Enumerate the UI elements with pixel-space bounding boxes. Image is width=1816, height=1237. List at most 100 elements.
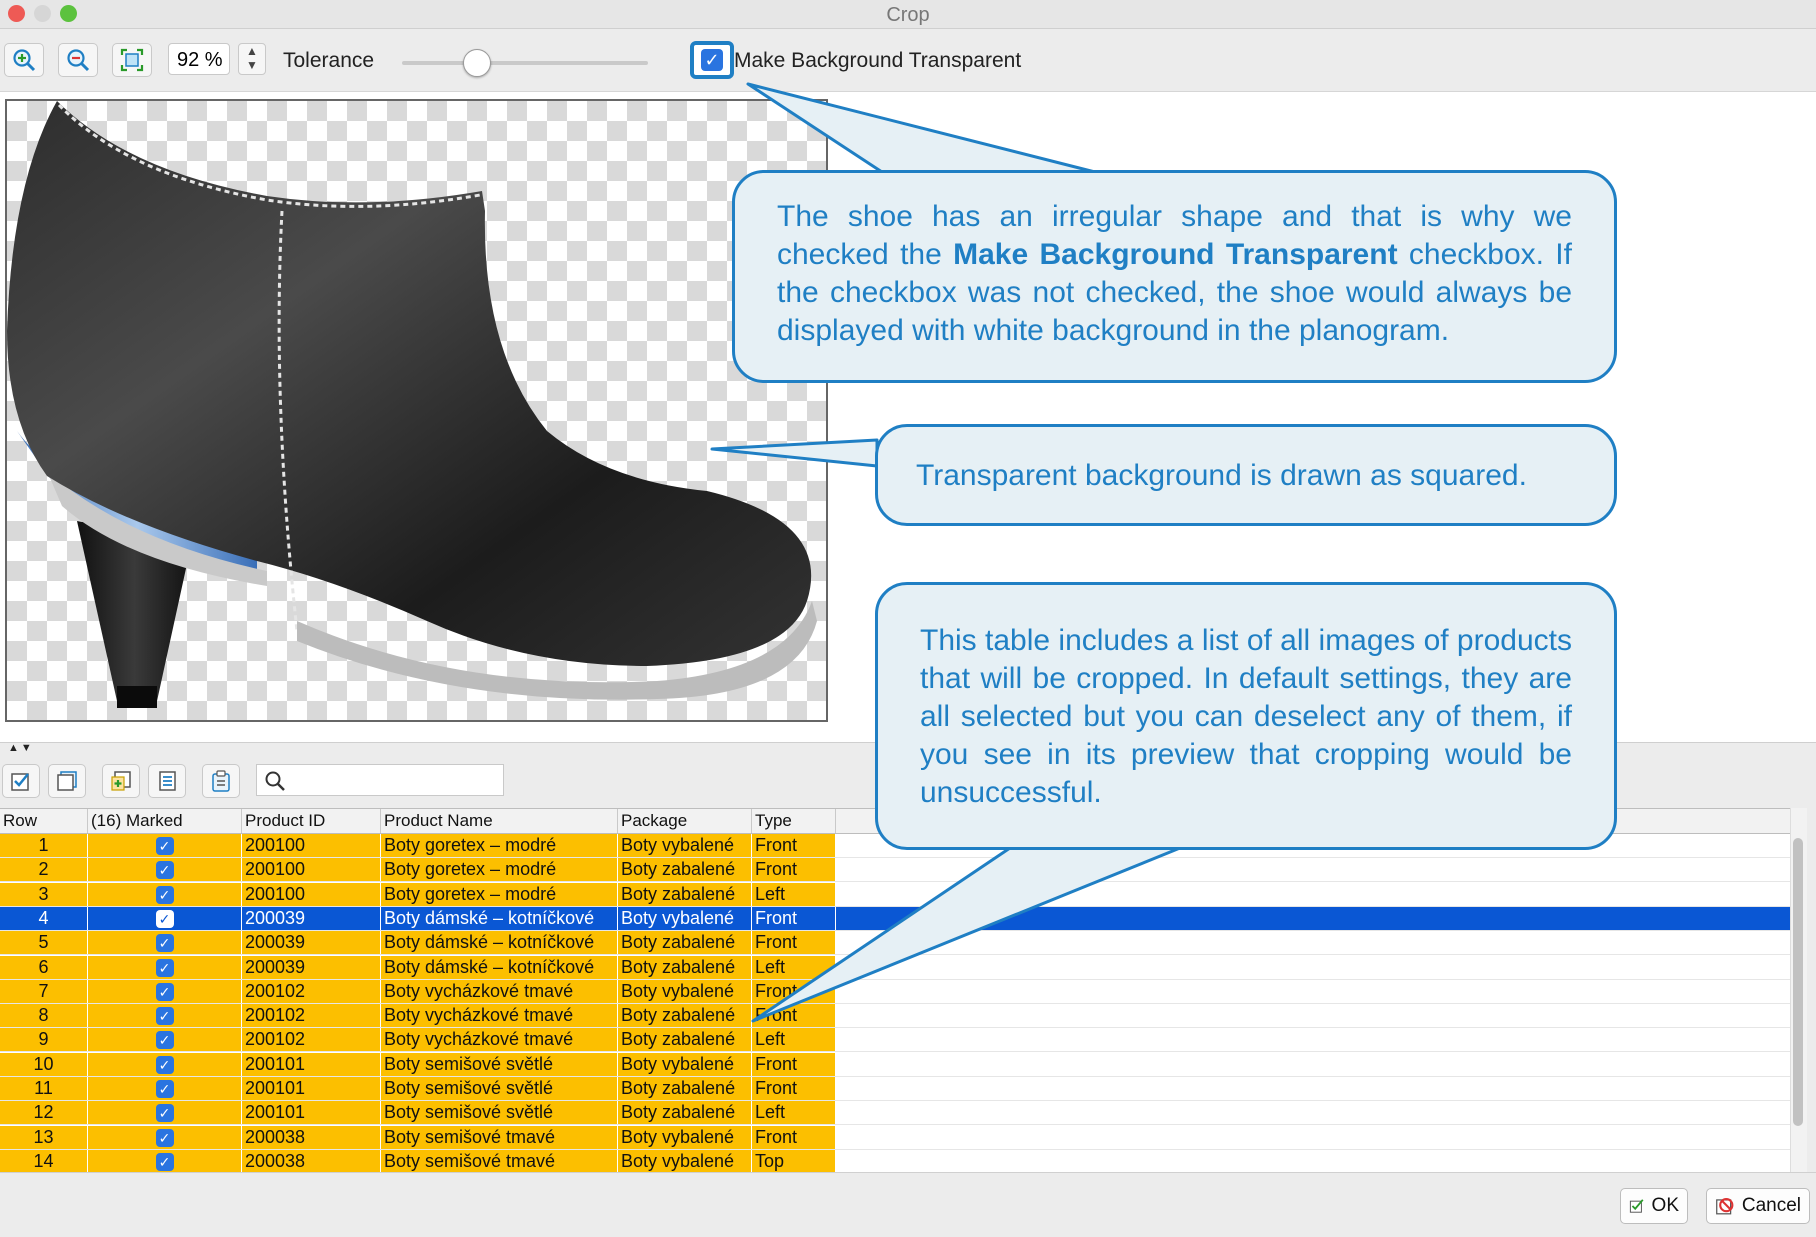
marked-checkbox[interactable]: ✓ xyxy=(155,1007,174,1026)
marked-checkbox[interactable]: ✓ xyxy=(155,909,174,928)
package-cell: Boty vybalené xyxy=(618,834,752,857)
table-row[interactable]: 7 ✓ 200102 Boty vycházkové tmavé Boty vybale… xyxy=(0,979,1790,1004)
table-row[interactable]: 10 ✓ 200101 Boty semišové světlé Boty vybale… xyxy=(0,1052,1790,1077)
type-cell: Left xyxy=(752,1028,836,1052)
table-row[interactable]: 12 ✓ 200101 Boty semišové světlé Boty zabale… xyxy=(0,1101,1790,1126)
product-name-cell: Boty dámské – kotníčkové xyxy=(381,931,618,955)
zoom-in-button[interactable] xyxy=(4,43,44,77)
marked-cell[interactable]: ✓ xyxy=(88,955,242,979)
ok-button[interactable]: OK xyxy=(1620,1188,1688,1224)
row-number-cell: 9 xyxy=(0,1028,88,1052)
package-cell: Boty zabalené xyxy=(618,858,752,882)
type-cell: Front xyxy=(752,834,836,857)
marked-cell[interactable]: ✓ xyxy=(88,1077,242,1100)
marked-checkbox[interactable]: ✓ xyxy=(155,982,174,1001)
marked-checkbox[interactable]: ✓ xyxy=(155,1128,174,1147)
marked-cell[interactable]: ✓ xyxy=(88,858,242,882)
table-row[interactable]: 5 ✓ 200039 Boty dámské – kotníčkové Boty zab… xyxy=(0,931,1790,956)
marked-checkbox[interactable]: ✓ xyxy=(155,885,174,904)
marked-checkbox[interactable]: ✓ xyxy=(155,1104,174,1123)
callout-table-description: This table includes a list of all images… xyxy=(875,582,1617,850)
cancel-button[interactable]: Cancel xyxy=(1706,1188,1810,1224)
table-row[interactable]: 4 ✓ 200039 Boty dámské – kotníčkové Boty vyb… xyxy=(0,906,1790,931)
marked-cell[interactable]: ✓ xyxy=(88,906,242,930)
marked-checkbox[interactable]: ✓ xyxy=(155,934,174,953)
table-row[interactable]: 9 ✓ 200102 Boty vycházkové tmavé Boty zabale… xyxy=(0,1028,1790,1053)
add-button[interactable] xyxy=(102,764,140,798)
paste-icon xyxy=(212,770,230,792)
image-preview-canvas[interactable] xyxy=(5,99,828,722)
package-cell: Boty zabalené xyxy=(618,1004,752,1028)
table-row[interactable]: 2 ✓ 200100 Boty goretex – modré Boty zabalen… xyxy=(0,858,1790,883)
marked-checkbox[interactable]: ✓ xyxy=(155,861,174,880)
zoom-field[interactable]: 92 % xyxy=(168,43,230,75)
table-row[interactable]: 3 ✓ 200100 Boty goretex – modré Boty zabalen… xyxy=(0,882,1790,907)
callout-2-text: Transparent background is drawn as squar… xyxy=(916,459,1527,492)
marked-cell[interactable]: ✓ xyxy=(88,1149,242,1173)
marked-cell[interactable]: ✓ xyxy=(88,834,242,857)
type-cell: Front xyxy=(752,906,836,930)
package-cell: Boty zabalené xyxy=(618,931,752,955)
table-scrollbar-thumb[interactable] xyxy=(1793,838,1803,1126)
make-background-transparent-label[interactable]: Make Background Transparent xyxy=(734,49,1021,73)
column-header-type[interactable]: Type xyxy=(752,809,836,833)
marked-cell[interactable]: ✓ xyxy=(88,979,242,1003)
marked-checkbox[interactable]: ✓ xyxy=(155,837,174,855)
table-row[interactable]: 11 ✓ 200101 Boty semišové světlé Boty zabale… xyxy=(0,1077,1790,1101)
zoom-out-button[interactable] xyxy=(58,43,98,77)
marked-cell[interactable]: ✓ xyxy=(88,1052,242,1076)
column-header-product-id[interactable]: Product ID xyxy=(242,809,381,833)
table-row[interactable]: 8 ✓ 200102 Boty vycházkové tmavé Boty zabale… xyxy=(0,1004,1790,1029)
title-bar: Crop xyxy=(0,0,1816,29)
tolerance-slider-thumb[interactable] xyxy=(462,49,491,77)
column-header-marked[interactable]: (16) Marked xyxy=(88,809,242,833)
package-cell: Boty zabalené xyxy=(618,1077,752,1100)
marked-cell[interactable]: ✓ xyxy=(88,1125,242,1149)
marked-checkbox[interactable]: ✓ xyxy=(155,1031,174,1050)
product-name-cell: Boty vycházkové tmavé xyxy=(381,979,618,1003)
marked-cell[interactable]: ✓ xyxy=(88,1101,242,1125)
marked-checkbox[interactable]: ✓ xyxy=(155,1055,174,1074)
marked-cell[interactable]: ✓ xyxy=(88,931,242,955)
table-row[interactable]: 13 ✓ 200038 Boty semišové tmavé Boty vybalen… xyxy=(0,1125,1790,1150)
search-input[interactable] xyxy=(256,764,504,796)
shoe-image xyxy=(7,101,817,708)
product-id-cell: 200039 xyxy=(242,931,381,955)
paste-button[interactable] xyxy=(202,764,240,798)
mark-all-button[interactable] xyxy=(2,764,40,798)
product-name-cell: Boty goretex – modré xyxy=(381,882,618,906)
splitter-arrows-icon[interactable]: ▲▼ xyxy=(8,742,34,754)
marked-checkbox[interactable]: ✓ xyxy=(155,1080,174,1098)
callout-3-text: This table includes a list of all images… xyxy=(920,624,1572,809)
table-row[interactable]: 14 ✓ 200038 Boty semišové tmavé Boty vybalen… xyxy=(0,1149,1790,1174)
marked-cell[interactable]: ✓ xyxy=(88,882,242,906)
marked-checkbox[interactable]: ✓ xyxy=(155,958,174,977)
tolerance-slider-track[interactable] xyxy=(402,61,648,65)
type-cell: Left xyxy=(752,1101,836,1125)
type-cell: Left xyxy=(752,955,836,979)
table-row[interactable]: 6 ✓ 200039 Boty dámské – kotníčkové Boty zab… xyxy=(0,955,1790,980)
search-icon xyxy=(265,771,285,791)
type-cell: Front xyxy=(752,1077,836,1100)
row-number-cell: 12 xyxy=(0,1101,88,1125)
list-button[interactable] xyxy=(148,764,186,798)
marked-checkbox[interactable]: ✓ xyxy=(155,1152,174,1171)
callout-1-text-bold: Make Background Transparent xyxy=(953,238,1398,271)
package-cell: Boty zabalené xyxy=(618,882,752,906)
column-header-product-name[interactable]: Product Name xyxy=(381,809,618,833)
product-id-cell: 200102 xyxy=(242,979,381,1003)
unmark-all-button[interactable] xyxy=(48,764,86,798)
row-number-cell: 4 xyxy=(0,906,88,930)
row-number-cell: 2 xyxy=(0,858,88,882)
package-cell: Boty zabalené xyxy=(618,1101,752,1125)
column-header-package[interactable]: Package xyxy=(618,809,752,833)
marked-cell[interactable]: ✓ xyxy=(88,1004,242,1028)
row-number-cell: 1 xyxy=(0,834,88,857)
fit-to-window-button[interactable] xyxy=(112,43,152,77)
zoom-stepper[interactable]: ▲ ▼ xyxy=(238,43,266,75)
row-number-cell: 14 xyxy=(0,1149,88,1173)
package-cell: Boty vybalené xyxy=(618,906,752,930)
column-header-row[interactable]: Row xyxy=(0,809,88,833)
make-background-transparent-checkbox[interactable]: ✓ xyxy=(701,49,723,71)
marked-cell[interactable]: ✓ xyxy=(88,1028,242,1052)
